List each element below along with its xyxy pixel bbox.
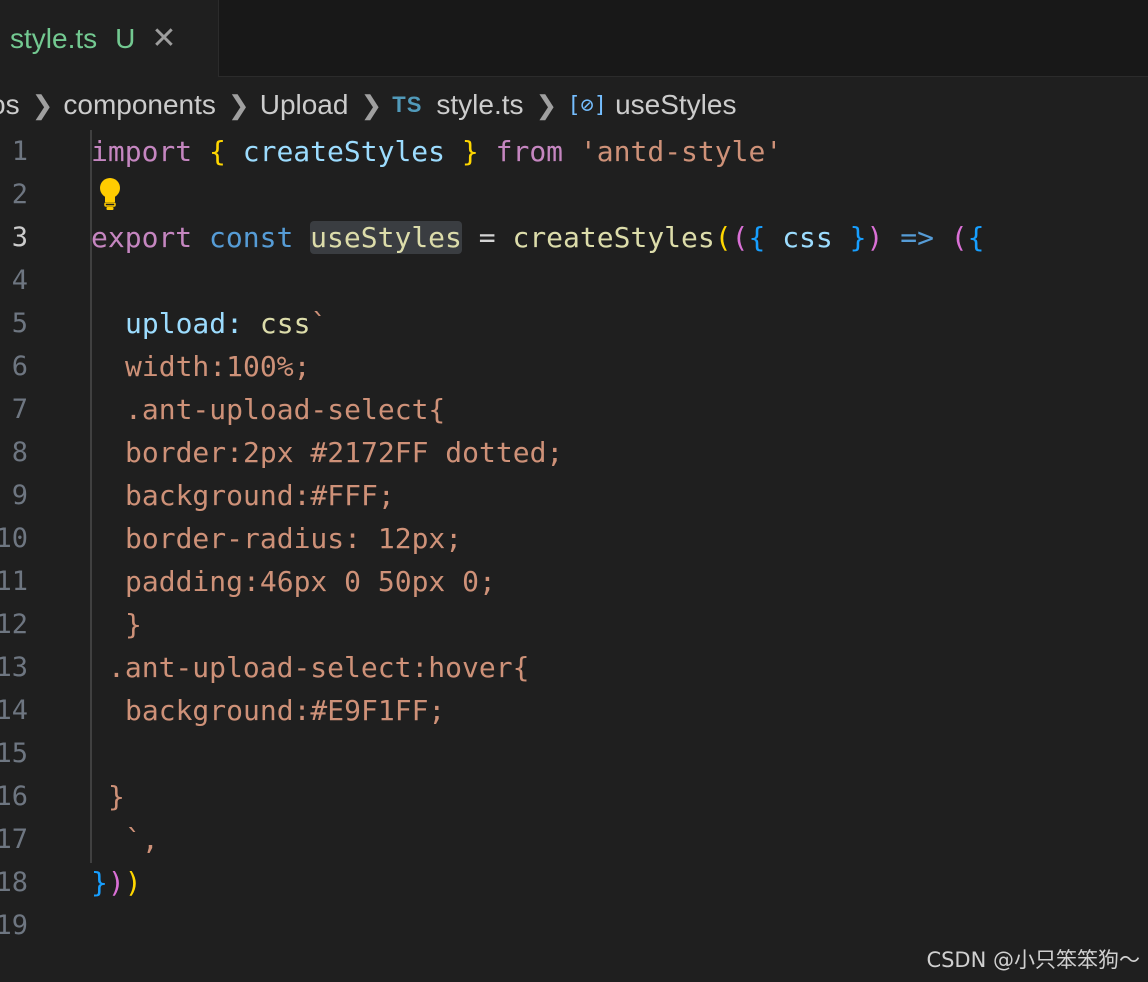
code-line: 10 border-radius: 12px;: [0, 517, 1148, 560]
line-content: .ant-upload-select{: [125, 393, 446, 426]
tab-bar: style.ts U ✕: [0, 0, 1148, 77]
breadcrumb-item-file[interactable]: style.ts: [436, 89, 523, 121]
line-number: 16: [0, 781, 28, 812]
code-line: 18 })): [0, 861, 1148, 904]
code-line: 17 `,: [0, 818, 1148, 861]
line-content: }: [125, 608, 142, 641]
line-number: 14: [0, 695, 28, 726]
line-content: `,: [125, 823, 159, 856]
code-line: 13 .ant-upload-select:hover{: [0, 646, 1148, 689]
line-number: 5: [11, 308, 28, 339]
chevron-right-icon: ❯: [360, 89, 383, 120]
code-line-active: 3 export const useStyles = createStyles(…: [0, 216, 1148, 259]
tab-label: style.ts: [10, 22, 98, 54]
code-line: 15: [0, 732, 1148, 775]
code-line: 6 width:100%;: [0, 345, 1148, 388]
line-content: import { createStyles } from 'antd-style…: [91, 135, 783, 168]
code-line: 9 background:#FFF;: [0, 474, 1148, 517]
breadcrumb-item-upload[interactable]: Upload: [260, 89, 349, 121]
line-content: background:#FFF;: [125, 479, 395, 512]
line-content: })): [91, 866, 142, 899]
line-number: 4: [11, 265, 28, 296]
untracked-badge: U: [115, 22, 136, 54]
line-content: background:#E9F1FF;: [125, 694, 446, 727]
line-number: 17: [0, 824, 28, 855]
code-line: 11 padding:46px 0 50px 0;: [0, 560, 1148, 603]
line-content: padding:46px 0 50px 0;: [125, 565, 496, 598]
line-number: 12: [0, 609, 28, 640]
watermark: CSDN @小只笨笨狗～: [926, 948, 1140, 972]
line-number: 18: [0, 867, 28, 898]
code-line: 12 }: [0, 603, 1148, 646]
code-line: 1 import { createStyles } from 'antd-sty…: [0, 130, 1148, 173]
line-number: 9: [11, 480, 28, 511]
line-number: 19: [0, 910, 28, 941]
line-number: 3: [11, 222, 28, 253]
breadcrumb-item-symbol[interactable]: useStyles: [615, 89, 736, 121]
line-number: 15: [0, 738, 28, 769]
typescript-file-icon: TS: [392, 92, 423, 117]
line-content: upload: css`: [125, 307, 328, 340]
close-icon[interactable]: ✕: [151, 21, 176, 56]
code-line: 14 background:#E9F1FF;: [0, 689, 1148, 732]
code-line: 2: [0, 173, 1148, 216]
code-line: 4: [0, 259, 1148, 302]
line-number: 6: [11, 351, 28, 382]
breadcrumb-item-src[interactable]: os: [0, 89, 20, 121]
code-line: 7 .ant-upload-select{: [0, 388, 1148, 431]
variable-symbol-icon: [⊘]: [567, 92, 608, 118]
line-content: export const useStyles = createStyles(({…: [91, 221, 985, 254]
line-content: border-radius: 12px;: [125, 522, 463, 555]
chevron-right-icon: ❯: [31, 89, 54, 120]
breadcrumb-item-components[interactable]: components: [63, 89, 216, 121]
code-editor[interactable]: 1 import { createStyles } from 'antd-sty…: [0, 130, 1148, 960]
tab-style-ts[interactable]: style.ts U ✕: [0, 0, 219, 77]
line-number: 2: [11, 179, 28, 210]
line-content: border:2px #2172FF dotted;: [125, 436, 564, 469]
code-line: 19: [0, 904, 1148, 947]
line-number: 11: [0, 566, 28, 597]
chevron-right-icon: ❯: [535, 89, 558, 120]
line-content: .ant-upload-select:hover{: [108, 651, 530, 684]
line-number: 8: [11, 437, 28, 468]
breadcrumb: os ❯ components ❯ Upload ❯ TS style.ts ❯…: [0, 83, 736, 127]
line-number: 13: [0, 652, 28, 683]
line-number: 10: [0, 523, 28, 554]
code-line: 5 upload: css`: [0, 302, 1148, 345]
chevron-right-icon: ❯: [227, 89, 250, 120]
code-line: 16 }: [0, 775, 1148, 818]
line-content: }: [108, 780, 125, 813]
line-number: 7: [11, 394, 28, 425]
line-content: width:100%;: [125, 350, 311, 383]
line-number: 1: [11, 136, 28, 167]
highlighted-symbol: useStyles: [310, 221, 462, 254]
code-line: 8 border:2px #2172FF dotted;: [0, 431, 1148, 474]
